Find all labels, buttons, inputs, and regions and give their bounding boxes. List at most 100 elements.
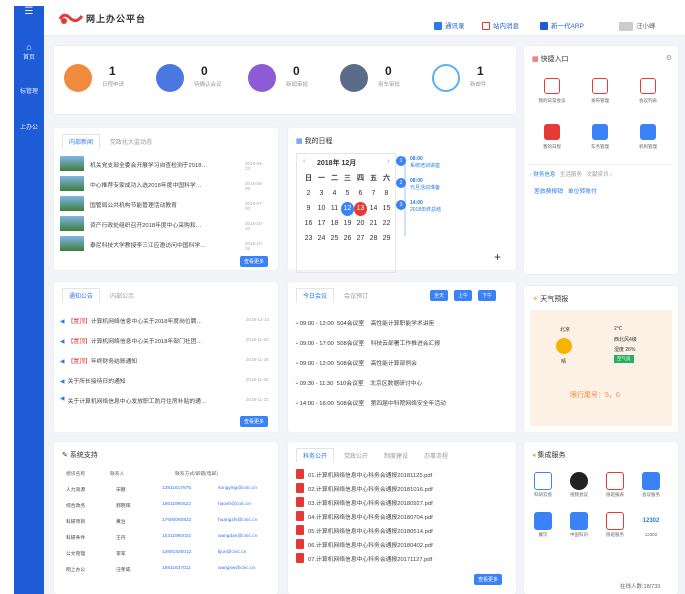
calendar-day[interactable]: 24 xyxy=(315,232,328,246)
calendar-day[interactable]: 6 xyxy=(354,187,367,201)
tab-notices[interactable]: 通知公告 xyxy=(62,288,101,303)
calendar-day[interactable]: 27 xyxy=(354,232,367,246)
calendar-day[interactable]: 2 xyxy=(302,187,315,201)
calendar-day[interactable]: 4 xyxy=(328,187,341,201)
contacts-link[interactable]: 通讯录 xyxy=(434,20,465,31)
user-menu[interactable]: 汪小峰 xyxy=(619,20,656,31)
org-manage-icon[interactable] xyxy=(640,124,656,140)
duty-report-icon[interactable] xyxy=(606,472,624,490)
publish-icon[interactable] xyxy=(592,78,608,94)
tab-affairs[interactable]: 科务公开 xyxy=(296,448,335,463)
stat-car[interactable]: 0 用车审批 xyxy=(340,64,430,100)
dining-icon[interactable] xyxy=(534,512,552,530)
calendar-day[interactable]: 12 xyxy=(341,202,354,216)
meeting-row[interactable]: • 09:30 - 11:30 510会议室 北京区数据研讨中心 xyxy=(296,378,511,392)
settings-icon[interactable]: ⚙ xyxy=(666,54,672,62)
calendar-day[interactable]: 9 xyxy=(302,202,315,216)
calendar-day[interactable]: 14 xyxy=(367,202,380,216)
duty-service-icon[interactable] xyxy=(606,512,624,530)
meeting-row[interactable]: • 09:00 - 12:00 508会议室 高性能计算部例会 xyxy=(296,358,511,372)
notice-item[interactable]: ◀ 【置顶】计算机网络信息中心关于2018年部门社团… 2018-11-20 xyxy=(60,336,270,348)
notices-more-button[interactable]: 查看更多 xyxy=(240,416,269,427)
news-item[interactable]: 资产行政处组织召开2018年度中心采购和… 2018-10-10 xyxy=(60,216,265,232)
tab-public[interactable]: 内部公示 xyxy=(104,289,140,302)
subtab-finance[interactable]: 财务信息 xyxy=(533,172,555,178)
tab-party-public[interactable]: 党政公开 xyxy=(338,449,374,462)
calendar-day[interactable]: 7 xyxy=(367,187,380,201)
schedule-event[interactable]: 3 14:00 2018年终总结 xyxy=(396,200,496,213)
subtab-docs[interactable]: 文献资讯 xyxy=(587,172,609,178)
meeting-row[interactable]: • 09:00 - 17:00 508会议室 科技云部署工作推进会汇报 xyxy=(296,338,511,352)
meeting-list-icon[interactable] xyxy=(640,78,656,94)
file-item[interactable]: 04.计算机网络信息中心科务会通报20180704.pdf xyxy=(296,510,496,523)
filter-pm[interactable]: 下午 xyxy=(478,290,497,301)
tab-process[interactable]: 办事流程 xyxy=(418,449,454,462)
car-manage-icon[interactable] xyxy=(592,124,608,140)
schedule-event[interactable]: 2 08:00 元旦活动准备 xyxy=(396,178,496,191)
file-item[interactable]: 02.计算机网络信息中心科务会通报20181016.pdf xyxy=(296,482,496,495)
calendar-day[interactable]: 21 xyxy=(367,217,380,231)
calendar-day[interactable]: 22 xyxy=(380,217,393,231)
calendar-day[interactable]: 15 xyxy=(380,202,393,216)
my-schedule-icon[interactable] xyxy=(544,124,560,140)
add-schedule-button[interactable]: + xyxy=(494,250,501,264)
china-science-icon[interactable] xyxy=(570,512,588,530)
stat-news[interactable]: 0 新闻审批 xyxy=(248,64,338,100)
stat-meeting[interactable]: 0 待确认会议 xyxy=(156,64,246,100)
calendar-day[interactable]: 8 xyxy=(380,187,393,201)
calendar-day[interactable]: 3 xyxy=(315,187,328,201)
calendar-day[interactable]: 29 xyxy=(380,232,393,246)
messages-link[interactable]: 站内消息 xyxy=(482,20,519,31)
calendar-day[interactable]: 26 xyxy=(341,232,354,246)
notice-item[interactable]: ◀ 关于计算机网络信息中心发放职工防月住房补贴的通… 2018-11-22 xyxy=(60,396,270,408)
meeting-row[interactable]: • 14:00 - 16:00 508会议室 第四届中科院网络安全年活动 xyxy=(296,398,511,412)
link-travel[interactable]: 差旅费报销 xyxy=(534,189,563,195)
calendar-day[interactable]: 18 xyxy=(328,217,341,231)
file-item[interactable]: 01.计算机网络信息中心科务会通报20181125.pdf xyxy=(296,468,496,481)
arp-link[interactable]: 新一代ARP xyxy=(540,20,584,31)
cloud-disk-icon[interactable] xyxy=(534,472,552,490)
tab-internal-news[interactable]: 内部新闻 xyxy=(62,134,101,149)
stat-mail[interactable]: 1 新邮件 xyxy=(432,64,522,100)
calendar-day[interactable]: 16 xyxy=(302,217,315,231)
prev-month-icon[interactable]: ‹ xyxy=(303,158,305,165)
daily-meeting-icon[interactable] xyxy=(544,78,560,94)
meeting-service-icon[interactable] xyxy=(642,472,660,490)
calendar-day[interactable]: 11 xyxy=(328,202,341,216)
news-item[interactable]: 国管局公共机构节能管理活动教育 2018-07-20 xyxy=(60,196,265,212)
meeting-row[interactable]: • 09:00 - 12:00 504会议室 高性能计算职能学术讲座 xyxy=(296,318,511,332)
file-item[interactable]: 06.计算机网络信息中心科务会通报20180402.pdf xyxy=(296,538,496,551)
calendar-day[interactable]: 23 xyxy=(302,232,315,246)
notice-item[interactable]: ◀ 关于所长接待日的通知 2018-11-26 xyxy=(60,376,270,388)
notice-item[interactable]: ◀ 【置顶】计算机网络信息中心关于2018年度岗位聘… 2018-12-13 xyxy=(60,316,270,328)
link-transfer[interactable]: 单位转账付 xyxy=(568,189,597,195)
calendar-day[interactable]: 10 xyxy=(315,202,328,216)
calendar-day[interactable]: 13 xyxy=(354,202,367,216)
menu-icon[interactable]: ☰ xyxy=(14,6,44,17)
news-item[interactable]: 泰尼科技大学教授李三江应邀访问中国科学… 2018-10-26 xyxy=(60,236,265,252)
calendar-day[interactable]: 28 xyxy=(367,232,380,246)
calendar-day[interactable]: 19 xyxy=(341,217,354,231)
subtab-life[interactable]: 生活服务 xyxy=(560,172,582,178)
filter-am[interactable]: 上午 xyxy=(454,290,473,301)
docs-more-button[interactable]: 查看更多 xyxy=(474,574,503,585)
calendar-day[interactable]: 25 xyxy=(328,232,341,246)
filter-all-day[interactable]: 全天 xyxy=(430,290,449,301)
schedule-event[interactable]: 1 08:00 系统培训讲座 xyxy=(396,156,496,169)
tab-party[interactable]: 党政化大监动态 xyxy=(104,135,158,148)
stat-schedule[interactable]: 1 日程申请 xyxy=(64,64,154,100)
notice-item[interactable]: ◀ 【置顶】年终财务结账通知 2018-11-26 xyxy=(60,356,270,368)
file-item[interactable]: 03.计算机网络信息中心科务会通报20180927.pdf xyxy=(296,496,496,509)
news-item[interactable]: 中心推荐专家成功入选2018年度中国科学… 2018-06-05 xyxy=(60,176,265,192)
calendar-day[interactable]: 20 xyxy=(354,217,367,231)
video-conf-icon[interactable] xyxy=(570,472,588,490)
next-month-icon[interactable]: › xyxy=(387,158,389,165)
tab-meeting-booking[interactable]: 会议预订 xyxy=(338,289,374,302)
news-more-button[interactable]: 查看更多 xyxy=(240,256,269,267)
chevron-right-icon[interactable]: › xyxy=(610,172,612,178)
news-item[interactable]: 机关党支部全委会开展学习自查检测于2018… 2018-04-23 xyxy=(60,156,265,172)
file-item[interactable]: 05.计算机网络信息中心科务会通报20180514.pdf xyxy=(296,524,496,537)
file-item[interactable]: 07.计算机网络信息中心科务会通报20171127.pdf xyxy=(296,552,496,565)
hotline-icon[interactable]: 12302 xyxy=(642,512,660,530)
sidebar-item-office[interactable]: 上办公 xyxy=(14,122,44,131)
